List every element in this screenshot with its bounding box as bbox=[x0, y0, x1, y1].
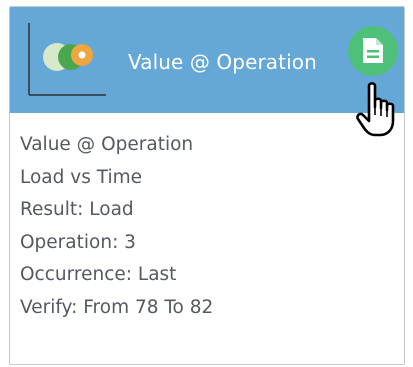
detail-line: Operation: 3 bbox=[20, 231, 136, 253]
test-card[interactable]: Value @ Operation Value @ Operation Load… bbox=[9, 6, 405, 365]
document-icon bbox=[363, 38, 383, 63]
detail-line: Load vs Time bbox=[20, 166, 143, 188]
card-header: Value @ Operation bbox=[10, 7, 404, 113]
detail-line: Value @ Operation bbox=[20, 134, 194, 155]
detail-line: Result: Load bbox=[20, 199, 134, 220]
detail-line: Verify: From 78 To 82 bbox=[20, 296, 214, 318]
hand-pointer-cursor-icon bbox=[356, 82, 395, 137]
scatter-chart-icon bbox=[28, 23, 106, 96]
document-button[interactable] bbox=[348, 26, 398, 76]
card-title: Value @ Operation bbox=[128, 50, 317, 74]
card-details: Value @ Operation Load vs Time Result: L… bbox=[20, 129, 213, 324]
detail-line: Occurrence: Last bbox=[20, 264, 177, 285]
